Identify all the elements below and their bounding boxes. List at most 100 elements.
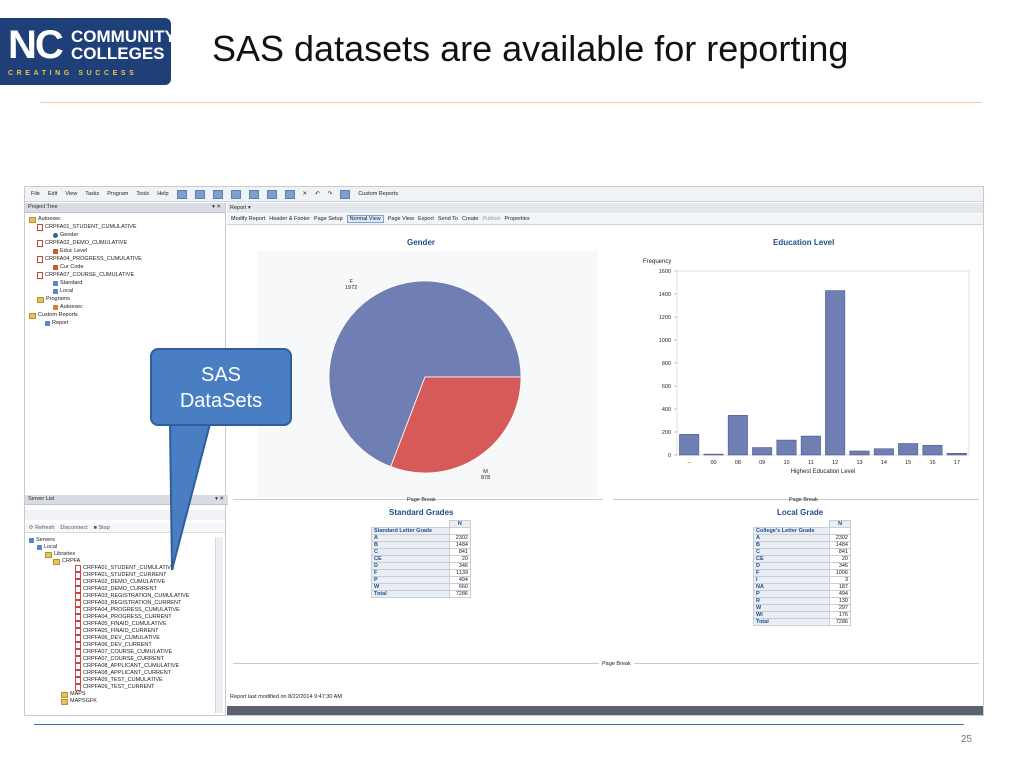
dataset-item[interactable]: CRPFA03_REGISTRATION_CURRENT bbox=[75, 600, 181, 607]
custom-reports-button[interactable]: Custom Reports bbox=[358, 191, 398, 197]
x-tick-label: 08 bbox=[735, 460, 741, 466]
dataset-icon bbox=[75, 635, 81, 642]
grade-count: 1139 bbox=[448, 569, 472, 577]
header-footer-button[interactable]: Header & Footer bbox=[269, 216, 310, 222]
report-tab[interactable]: Report ▾ bbox=[227, 203, 983, 213]
save-icon[interactable] bbox=[212, 189, 223, 199]
dataset-item[interactable]: CRPFA09_TEST_CURRENT bbox=[75, 684, 155, 691]
disconnect-button[interactable]: Disconnect bbox=[60, 525, 87, 531]
tree-item-crpfa02[interactable]: CRPFA02_DEMO_CUMULATIVE bbox=[37, 240, 127, 247]
folder-icon bbox=[29, 312, 36, 319]
grade-count: 20 bbox=[448, 555, 472, 563]
tree-item-autoexec[interactable]: Autoexec bbox=[29, 216, 61, 223]
grade-label: C bbox=[371, 548, 450, 556]
table-row: A 2302 bbox=[752, 534, 851, 542]
tree-item-gender[interactable]: Gender bbox=[53, 232, 78, 239]
redo-icon[interactable]: ↷ bbox=[328, 191, 333, 197]
tree-item-educ-level[interactable]: Educ Level bbox=[53, 248, 87, 255]
dataset-item[interactable]: CRPFA02_DEMO_CURRENT bbox=[75, 586, 157, 593]
grade-label: I bbox=[752, 576, 831, 584]
tree-item-custom-reports[interactable]: Custom Reports bbox=[29, 312, 78, 319]
grade-label: C bbox=[752, 548, 831, 556]
menu-tools[interactable]: Tools bbox=[136, 191, 149, 197]
grade-count: 494 bbox=[448, 576, 472, 584]
dataset-item[interactable]: CRPFA02_DEMO_CUMULATIVE bbox=[75, 579, 165, 586]
tree-item-programs[interactable]: Programs bbox=[37, 296, 70, 303]
x-tick-label: -- bbox=[687, 460, 691, 466]
stop-button[interactable]: ■ Stop bbox=[94, 525, 110, 531]
page-view-button[interactable]: Page View bbox=[388, 216, 414, 222]
properties-button[interactable]: Properties bbox=[505, 216, 530, 222]
menu-program[interactable]: Program bbox=[107, 191, 128, 197]
cut-icon[interactable] bbox=[248, 189, 259, 199]
folder-icon bbox=[37, 296, 44, 303]
bar-12 bbox=[825, 290, 846, 456]
copy-icon[interactable] bbox=[266, 189, 277, 199]
dataset-icon bbox=[75, 579, 81, 586]
menu-tasks[interactable]: Tasks bbox=[85, 191, 99, 197]
paste-icon[interactable] bbox=[284, 189, 295, 199]
dataset-item[interactable]: CRPFA08_APPLICANT_CUMULATIVE bbox=[75, 663, 179, 670]
publish-button[interactable]: Publish bbox=[482, 216, 500, 222]
modify-report-button[interactable]: Modify Report bbox=[231, 216, 265, 222]
tree-item-crpfa04[interactable]: CRPFA04_PROGRESS_CUMULATIVE bbox=[37, 256, 142, 263]
server-item-libraries[interactable]: Libraries bbox=[45, 551, 75, 558]
dataset-item[interactable]: CRPFA04_PROGRESS_CUMULATIVE bbox=[75, 607, 180, 614]
dataset-item[interactable]: CRPFA05_FINAID_CURRENT bbox=[75, 628, 159, 635]
menu-help[interactable]: Help bbox=[157, 191, 168, 197]
callout-pointer bbox=[168, 423, 212, 571]
menu-view[interactable]: View bbox=[65, 191, 77, 197]
tree-item-program-autoexec[interactable]: Autoexec bbox=[53, 304, 83, 311]
x-tick-label: 13 bbox=[856, 460, 862, 466]
tree-item-crpfa01[interactable]: CRPFA01_STUDENT_CUMULATIVE bbox=[37, 224, 137, 231]
tree-item-cur-code[interactable]: Cur Code bbox=[53, 264, 84, 271]
server-item-crpfa[interactable]: CRPFA bbox=[53, 558, 80, 565]
tree-item-standard[interactable]: Standard bbox=[53, 280, 82, 287]
send-to-button[interactable]: Send To bbox=[438, 216, 458, 222]
normal-view-button[interactable]: Normal View bbox=[346, 215, 384, 223]
delete-icon[interactable]: ✕ bbox=[303, 191, 308, 197]
undo-icon[interactable]: ↶ bbox=[315, 191, 320, 197]
server-item-local[interactable]: Local bbox=[37, 544, 57, 551]
dataset-item[interactable]: CRPFA06_DEV_CUMULATIVE bbox=[75, 635, 160, 642]
dataset-item[interactable]: CRPFA08_APPLICANT_CURRENT bbox=[75, 670, 171, 677]
server-item-mapsgfk[interactable]: MAPSGFK bbox=[61, 698, 97, 705]
grade-count: 2302 bbox=[829, 534, 851, 542]
export-button[interactable]: Export bbox=[418, 216, 434, 222]
tree-item-report[interactable]: Report bbox=[45, 320, 69, 327]
print-icon[interactable] bbox=[230, 189, 241, 199]
tree-item-local[interactable]: Local bbox=[53, 288, 73, 295]
column-header-n: N bbox=[829, 520, 851, 528]
bar-08 bbox=[727, 415, 748, 456]
footer-divider bbox=[34, 724, 964, 725]
dataset-item[interactable]: CRPFA03_REGISTRATION_CUMULATIVE bbox=[75, 593, 189, 600]
grade-count: 130 bbox=[829, 597, 851, 605]
table-row: NA 187 bbox=[752, 583, 851, 591]
dataset-item[interactable]: CRPFA06_DEV_CURRENT bbox=[75, 642, 152, 649]
bar-chart-icon bbox=[53, 249, 58, 254]
dataset-item[interactable]: CRPFA09_TEST_CUMULATIVE bbox=[75, 677, 163, 684]
server-item-servers[interactable]: Servers bbox=[29, 537, 55, 544]
dataset-item[interactable]: CRPFA07_COURSE_CUMULATIVE bbox=[75, 649, 172, 656]
dataset-item[interactable]: CRPFA07_COURSE_CURRENT bbox=[75, 656, 164, 663]
menu-edit[interactable]: Edit bbox=[48, 191, 57, 197]
dataset-icon bbox=[75, 593, 81, 600]
create-button[interactable]: Create bbox=[462, 216, 479, 222]
open-icon[interactable] bbox=[194, 189, 205, 199]
server-item-maps[interactable]: MAPS bbox=[61, 691, 86, 698]
x-tick-label: 00 bbox=[710, 460, 716, 466]
table-row: C 841 bbox=[371, 548, 472, 556]
tree-item-crpfa07[interactable]: CRPFA07_COURSE_CUMULATIVE bbox=[37, 272, 134, 279]
new-icon[interactable] bbox=[176, 189, 187, 199]
page-setup-button[interactable]: Page Setup bbox=[314, 216, 343, 222]
grade-label: Total bbox=[371, 590, 450, 598]
table-row: B 1484 bbox=[752, 541, 851, 549]
empty-cell bbox=[448, 527, 472, 535]
dataset-item[interactable]: CRPFA05_FINAID_CUMULATIVE bbox=[75, 621, 167, 628]
close-icon[interactable]: ▾ ✕ bbox=[212, 203, 221, 212]
dataset-item[interactable]: CRPFA04_PROGRESS_CURRENT bbox=[75, 614, 172, 621]
refresh-button[interactable]: ⟳ Refresh bbox=[29, 525, 54, 531]
menu-file[interactable]: File bbox=[31, 191, 40, 197]
table-header-row: N bbox=[372, 520, 472, 528]
pie-chart-icon bbox=[53, 233, 58, 238]
